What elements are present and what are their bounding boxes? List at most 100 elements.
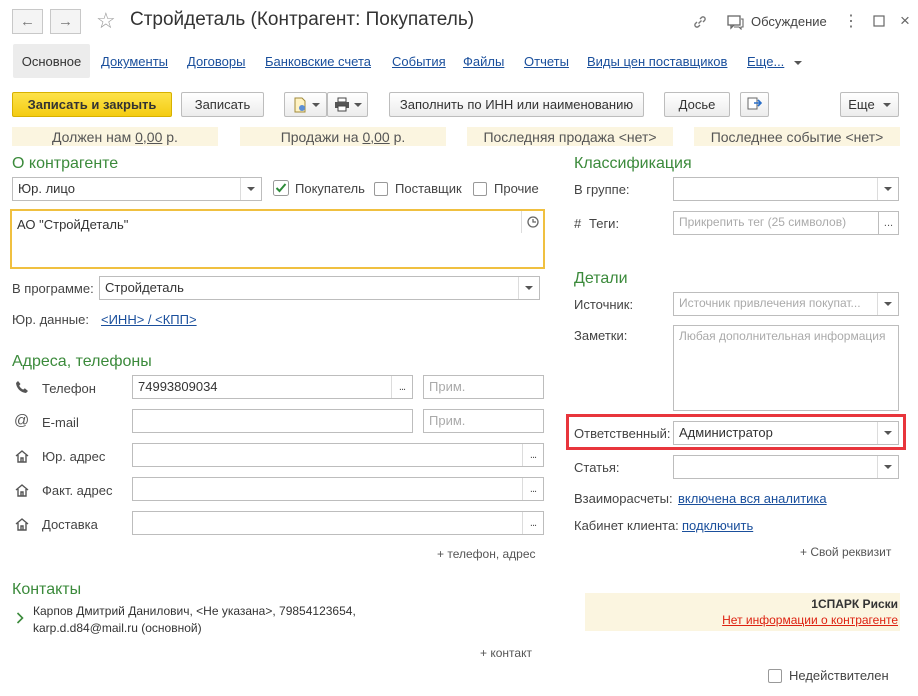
phone-icon: [16, 381, 28, 393]
article-select[interactable]: [673, 455, 899, 479]
legal-address-edit-button[interactable]: ...: [522, 444, 543, 466]
chevron-down-icon: [884, 187, 892, 191]
group-label: В группе:: [574, 182, 630, 197]
invalid-checkbox[interactable]: Недействителен: [768, 668, 889, 683]
close-icon[interactable]: ×: [895, 9, 915, 33]
tab-main[interactable]: Основное: [13, 44, 90, 78]
actual-address-input[interactable]: ...: [132, 477, 544, 501]
client-cabinet-link[interactable]: подключить: [682, 518, 753, 533]
checkbox-box[interactable]: [374, 181, 388, 196]
email-icon: @: [14, 412, 30, 429]
save-button[interactable]: Записать: [181, 92, 264, 117]
exchange-button[interactable]: [740, 92, 769, 117]
chevron-down-icon: [311, 102, 320, 107]
more-button-label: Еще: [848, 97, 875, 112]
tags-hash-icon: #: [574, 216, 582, 231]
article-label: Статья:: [574, 460, 620, 475]
source-select[interactable]: Источник привлечения покупат...: [673, 292, 899, 316]
in-program-value: Стройдеталь: [105, 280, 184, 295]
settlements-link[interactable]: включена вся аналитика: [678, 491, 827, 506]
last-event-panel: Последнее событие <нет>: [694, 127, 900, 146]
tab-bank-accounts[interactable]: Банковские счета: [265, 54, 371, 69]
chevron-right-icon[interactable]: [16, 612, 24, 624]
phone-note-input[interactable]: Прим.: [423, 375, 544, 399]
email-note-input[interactable]: Прим.: [423, 409, 544, 433]
add-own-requisite-link[interactable]: + Свой реквизит: [800, 545, 891, 559]
buyer-checkbox-label: Покупатель: [295, 180, 365, 196]
contact-item[interactable]: Карпов Дмитрий Данилович, <Не указана>, …: [33, 603, 356, 637]
fill-by-inn-button[interactable]: Заполнить по ИНН или наименованию: [389, 92, 644, 117]
tab-events[interactable]: События: [392, 54, 446, 69]
checkbox-box[interactable]: [768, 668, 782, 683]
phone-edit-button[interactable]: ...: [391, 376, 412, 398]
buyer-checkbox[interactable]: Покупатель: [273, 180, 365, 196]
dropdown-button[interactable]: [240, 178, 261, 200]
tab-more-label: Еще...: [747, 54, 785, 69]
source-placeholder: Источник привлечения покупат...: [679, 296, 861, 310]
inn-kpp-link[interactable]: <ИНН> / <КПП>: [101, 312, 197, 327]
dropdown-button[interactable]: [877, 178, 898, 200]
tab-files[interactable]: Файлы: [463, 54, 504, 69]
delivery-address-label: Доставка: [42, 517, 98, 532]
sales-panel: Продажи на 0,00 р.: [240, 127, 446, 146]
phone-input[interactable]: 74993809034 ...: [132, 375, 413, 399]
delivery-address-input[interactable]: ...: [132, 511, 544, 535]
supplier-checkbox[interactable]: Поставщик: [374, 181, 462, 196]
tab-more[interactable]: Еще...: [747, 54, 803, 69]
classification-section-title: Классификация: [574, 155, 692, 172]
maximize-icon[interactable]: [868, 9, 890, 33]
more-vert-icon[interactable]: ⋮: [840, 9, 862, 33]
create-based-on-button[interactable]: [284, 92, 327, 117]
dropdown-button[interactable]: [877, 293, 898, 315]
spark-title: 1СПАРК Риски: [811, 597, 898, 611]
chevron-down-icon: [525, 286, 533, 290]
delivery-address-edit-button[interactable]: ...: [522, 512, 543, 534]
window-title: Стройдеталь (Контрагент: Покупатель): [130, 9, 475, 30]
star-icon[interactable]: ☆: [96, 8, 116, 34]
other-checkbox[interactable]: Прочие: [473, 181, 539, 196]
tab-documents[interactable]: Документы: [101, 54, 168, 69]
more-button[interactable]: Еще: [840, 92, 899, 117]
dropdown-button[interactable]: [877, 422, 898, 444]
owes-label: Должен нам: [52, 128, 132, 145]
tags-pick-button[interactable]: ...: [878, 211, 899, 235]
add-contact-link[interactable]: + контакт: [480, 646, 532, 660]
tab-reports[interactable]: Отчеты: [524, 54, 569, 69]
notes-placeholder: Любая дополнительная информация: [679, 329, 886, 343]
document-gear-icon: [294, 97, 305, 112]
actual-address-edit-button[interactable]: ...: [522, 478, 543, 500]
notes-textarea[interactable]: Любая дополнительная информация: [673, 325, 899, 411]
in-program-select[interactable]: Стройдеталь: [99, 276, 540, 300]
email-input[interactable]: [132, 409, 413, 433]
print-button[interactable]: [327, 92, 368, 117]
back-button[interactable]: ←: [12, 9, 43, 34]
spark-no-info-link[interactable]: Нет информации о контрагенте: [722, 613, 898, 627]
email-label: E-mail: [42, 415, 79, 430]
history-button[interactable]: [521, 211, 543, 233]
notes-label: Заметки:: [574, 328, 628, 343]
actual-address-label: Факт. адрес: [42, 483, 113, 498]
entity-type-select[interactable]: Юр. лицо: [12, 177, 262, 201]
link-icon[interactable]: [690, 12, 710, 32]
group-select[interactable]: [673, 177, 899, 201]
sales-label: Продажи на: [280, 128, 359, 145]
full-name-field[interactable]: АО "СтройДеталь": [10, 209, 545, 269]
arrow-left-icon: ←: [20, 13, 35, 30]
add-phone-address-link[interactable]: + телефон, адрес: [437, 547, 536, 561]
dropdown-button[interactable]: [877, 456, 898, 478]
forward-button[interactable]: →: [50, 9, 81, 34]
checkbox-box[interactable]: [473, 181, 487, 196]
discussion-button[interactable]: Обсуждение: [751, 14, 827, 29]
tags-input[interactable]: Прикрепить тег (25 символов): [673, 211, 879, 235]
dossier-button[interactable]: Досье: [664, 92, 730, 117]
owes-value-link[interactable]: 0,00: [135, 129, 162, 145]
dropdown-button[interactable]: [518, 277, 539, 299]
chevron-down-icon: [247, 187, 255, 191]
sales-value-link[interactable]: 0,00: [362, 129, 389, 145]
tab-supplier-prices[interactable]: Виды цен поставщиков: [587, 54, 727, 69]
save-and-close-button[interactable]: Записать и закрыть: [12, 92, 172, 117]
tab-contracts[interactable]: Договоры: [187, 54, 245, 69]
responsible-select[interactable]: Администратор: [673, 421, 899, 445]
legal-address-input[interactable]: ...: [132, 443, 544, 467]
chevron-down-icon: [884, 431, 892, 435]
